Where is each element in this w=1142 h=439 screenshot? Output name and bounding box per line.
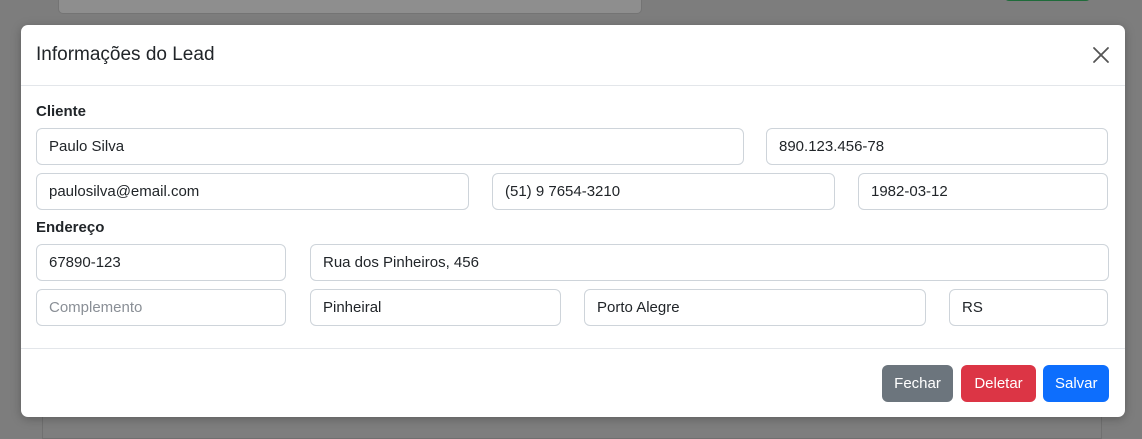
uf-field[interactable] <box>949 289 1108 326</box>
salvar-button[interactable]: Salvar <box>1043 365 1109 402</box>
nome-field[interactable] <box>36 128 744 165</box>
background-search-field <box>58 0 642 14</box>
cep-field[interactable] <box>36 244 286 281</box>
bairro-field[interactable] <box>310 289 561 326</box>
modal-footer: Fechar Deletar Salvar <box>21 348 1125 417</box>
lead-info-modal: Informações do Lead Cliente Endereço Fec… <box>21 25 1125 417</box>
logradouro-field[interactable] <box>310 244 1109 281</box>
nascimento-field[interactable] <box>858 173 1108 210</box>
cidade-field[interactable] <box>584 289 926 326</box>
cpf-field[interactable] <box>766 128 1108 165</box>
fechar-button[interactable]: Fechar <box>882 365 953 402</box>
complemento-field[interactable] <box>36 289 286 326</box>
email-field[interactable] <box>36 173 469 210</box>
deletar-button[interactable]: Deletar <box>961 365 1036 402</box>
cliente-section-label: Cliente <box>36 103 87 120</box>
modal-header: Informações do Lead <box>21 25 1125 86</box>
close-button[interactable] <box>1091 44 1113 66</box>
telefone-field[interactable] <box>492 173 835 210</box>
endereco-section-label: Endereço <box>36 219 105 236</box>
close-icon <box>1093 47 1109 63</box>
modal-title: Informações do Lead <box>36 44 215 65</box>
background-button <box>1004 0 1091 1</box>
